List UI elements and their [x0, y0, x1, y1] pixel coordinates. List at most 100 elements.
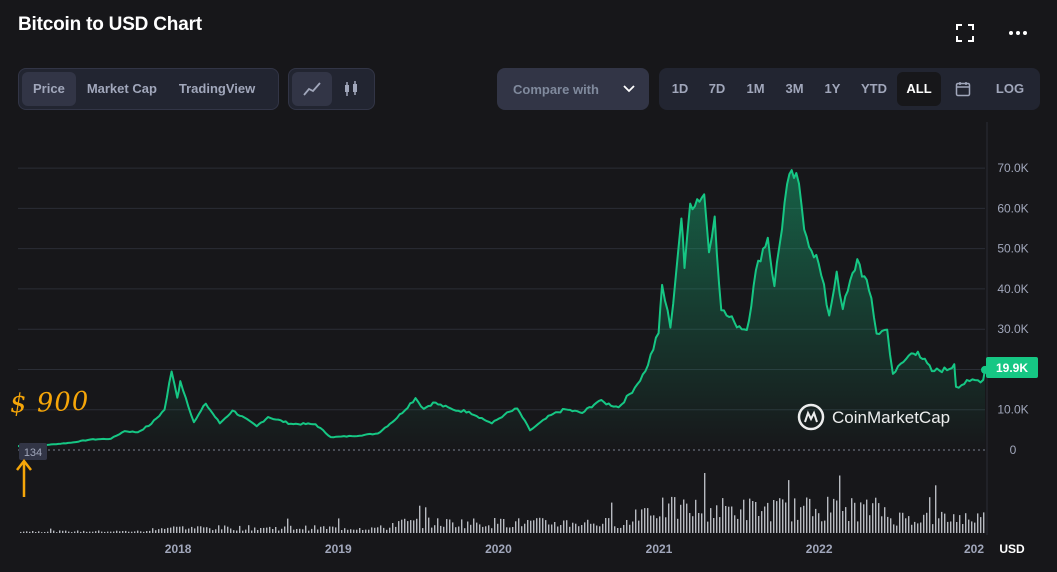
volume-bar — [359, 528, 361, 533]
volume-bar — [587, 519, 589, 533]
volume-bar — [494, 518, 496, 533]
volume-bar — [410, 520, 412, 533]
volume-bar — [110, 531, 112, 533]
volume-bar — [617, 528, 619, 533]
volume-bar — [332, 526, 334, 533]
volume-bar — [752, 501, 754, 533]
volume-bar — [686, 503, 688, 533]
volume-bar — [113, 531, 115, 533]
volume-bar — [854, 502, 856, 533]
volume-bar — [683, 499, 685, 533]
start-price-marker: 134 — [19, 443, 47, 460]
volume-bar — [419, 505, 421, 533]
volume-bar — [827, 496, 829, 533]
volume-bar — [974, 522, 976, 533]
volume-bar — [887, 516, 889, 533]
volume-bar — [914, 521, 916, 533]
volume-bar — [404, 518, 406, 533]
volume-bar — [206, 527, 208, 533]
volume-bar — [503, 519, 505, 533]
volume-bar — [440, 525, 442, 533]
volume-bar — [413, 520, 415, 533]
volume-bar — [134, 531, 136, 533]
volume-bar — [674, 497, 676, 533]
volume-bar — [626, 520, 628, 533]
volume-bar — [257, 530, 259, 533]
volume-bar — [680, 504, 682, 533]
annotation-text: $ 900 — [9, 386, 90, 420]
volume-bar — [116, 530, 118, 533]
volume-bar — [71, 532, 73, 533]
volume-bar — [224, 525, 226, 533]
volume-bar — [902, 512, 904, 533]
volume-bar — [560, 525, 562, 533]
volume-bar — [377, 527, 379, 533]
volume-bar — [164, 528, 166, 533]
volume-bar — [509, 527, 511, 533]
volume-bar — [464, 528, 466, 533]
volume-bar — [665, 517, 667, 533]
volume-bar — [491, 528, 493, 533]
volume-bar — [896, 525, 898, 533]
volume-bar — [146, 531, 148, 533]
volume-bar — [272, 529, 274, 533]
volume-bar — [929, 497, 931, 533]
volume-bar — [44, 532, 46, 533]
volume-bar — [791, 521, 793, 533]
volume-bar — [323, 526, 325, 533]
volume-bar — [518, 518, 520, 533]
volume-bar — [29, 531, 31, 533]
volume-bar — [443, 526, 445, 533]
volume-bar — [815, 508, 817, 533]
volume-bar — [890, 518, 892, 533]
volume-bar — [956, 522, 958, 533]
volume-bar — [557, 526, 559, 533]
volume-bar — [38, 531, 40, 533]
volume-bar — [23, 531, 25, 533]
volume-bar — [899, 512, 901, 533]
volume-bar — [245, 529, 247, 533]
volume-bar — [74, 531, 76, 533]
volume-bar — [536, 518, 538, 533]
volume-bar — [455, 527, 457, 533]
volume-bar — [779, 498, 781, 533]
volume-bar — [911, 524, 913, 533]
volume-bar — [563, 520, 565, 533]
volume-bar — [467, 521, 469, 533]
volume-bar — [293, 529, 295, 533]
volume-bar — [653, 515, 655, 533]
volume-bar — [59, 530, 61, 533]
volume-bar — [764, 506, 766, 533]
volume-bar — [263, 527, 265, 533]
volume-bar — [197, 526, 199, 533]
volume-bar — [449, 519, 451, 533]
volume-bar — [236, 530, 238, 533]
volume-bar — [677, 518, 679, 533]
volume-bar — [944, 513, 946, 533]
volume-bar — [362, 530, 364, 533]
y-tick-label: 70.0K — [997, 161, 1028, 175]
volume-bar — [725, 506, 727, 533]
volume-bar — [806, 497, 808, 533]
volume-bar — [92, 531, 94, 533]
volume-bar — [650, 515, 652, 533]
volume-bar — [698, 513, 700, 533]
x-tick-label: 2018 — [165, 542, 192, 556]
volume-bar — [107, 531, 109, 533]
volume-bar — [701, 513, 703, 533]
volume-bar — [860, 502, 862, 533]
volume-bar — [353, 529, 355, 533]
start-price-label: 134 — [24, 447, 42, 459]
volume-bar — [776, 501, 778, 533]
volume-bar — [470, 524, 472, 533]
volume-bar — [98, 530, 100, 533]
volume-bar — [119, 531, 121, 533]
x-tick-label: 2021 — [646, 542, 673, 556]
volume-bar — [398, 521, 400, 533]
volume-bar — [434, 525, 436, 533]
volume-bar — [773, 500, 775, 533]
volume-bar — [569, 526, 571, 533]
volume-bar — [203, 527, 205, 533]
volume-bar — [86, 531, 88, 533]
volume-bar — [260, 528, 262, 533]
